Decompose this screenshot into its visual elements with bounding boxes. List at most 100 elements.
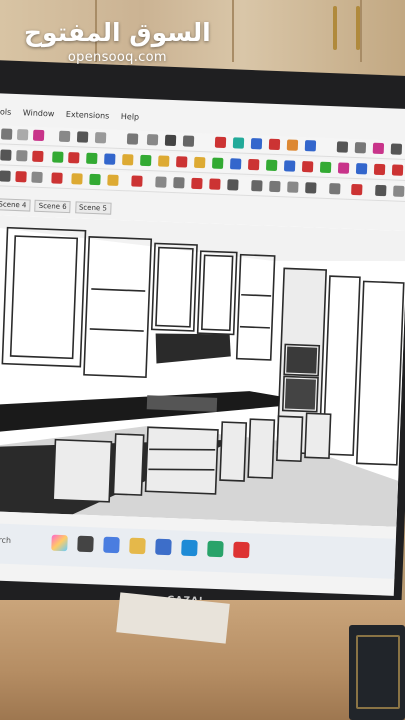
tool-icon[interactable] [86,152,98,165]
right-wall-cabinets [322,275,405,466]
tool-icon[interactable] [126,133,139,145]
tool-icon[interactable] [232,137,245,149]
tool-icon[interactable] [209,178,221,190]
tool-icon[interactable] [68,152,80,164]
tool-icon[interactable] [229,158,242,170]
scene-tab-6[interactable]: Scene 6 [34,199,71,214]
tool-icon[interactable] [372,142,385,155]
scene-tab-4[interactable]: Scene 4 [0,198,31,212]
cabinet-seam [360,0,362,62]
menu-item-extensions[interactable]: Extensions [66,110,110,121]
tool-icon[interactable] [71,173,83,185]
tool-icon[interactable] [265,159,278,172]
task-view-icon[interactable] [77,535,94,553]
tool-icon[interactable] [319,161,332,174]
tool-icon[interactable] [390,143,403,155]
scene-tabs: Scene 4 Scene 6 Scene 5 [0,198,113,217]
tool-icon[interactable] [0,170,11,182]
ceiling [0,215,405,262]
3d-viewport[interactable] [0,215,405,527]
cabinet-seam [232,0,234,62]
oven [284,378,316,410]
tool-icon[interactable] [32,129,45,142]
monitor: ols Window Extensions Help Scene 4 Scene… [0,60,405,637]
opensooq-watermark: السوق المفتوح opensooq.com [24,18,211,65]
tool-icon[interactable] [250,138,263,150]
tool-icon[interactable] [301,160,314,173]
tool-icon[interactable] [131,175,143,187]
tool-icon[interactable] [373,163,386,176]
tool-icon[interactable] [51,172,63,184]
tool-icon[interactable] [191,177,203,190]
tool-icon[interactable] [0,149,12,161]
tool-icon[interactable] [305,182,317,194]
scene-tab-5[interactable]: Scene 5 [74,201,112,215]
tool-icon[interactable] [158,155,170,167]
tool-icon[interactable] [351,183,363,196]
microwave [286,346,318,374]
tool-icon[interactable] [354,141,367,154]
tool-icon[interactable] [287,181,299,193]
tool-icon[interactable] [182,135,195,147]
tool-icon[interactable] [214,136,227,149]
tool-icon[interactable] [104,153,116,165]
sketchup-icon[interactable] [233,541,250,559]
tool-icon[interactable] [304,140,317,152]
file-explorer-icon[interactable] [129,537,146,555]
browser-icon[interactable] [207,540,224,558]
tool-icon[interactable] [194,156,206,169]
tool-icon[interactable] [391,164,404,176]
tool-icon[interactable] [122,154,134,166]
tool-icon[interactable] [337,162,350,174]
tool-icon[interactable] [393,185,405,197]
tool-icon[interactable] [173,177,185,189]
tool-icon[interactable] [155,176,167,188]
store-icon[interactable] [155,538,172,556]
tool-icon[interactable] [89,173,101,186]
tool-icon[interactable] [336,141,349,153]
tool-icon[interactable] [268,138,281,151]
range-hood [155,333,231,364]
gold-cabinet-handle [333,6,337,50]
copilot-icon[interactable] [51,534,68,552]
tool-icon[interactable] [286,139,299,151]
tool-icon[interactable] [211,157,224,169]
tool-icon[interactable] [15,170,27,183]
tool-icon[interactable] [107,174,119,186]
tool-icon[interactable] [52,151,64,163]
tool-icon[interactable] [16,129,29,141]
tool-icon[interactable] [140,154,152,167]
tool-icon[interactable] [94,132,107,144]
tool-icon[interactable] [355,163,368,175]
outlook-icon[interactable] [181,539,198,557]
cooktop [146,395,218,412]
tool-icon[interactable] [227,179,239,191]
watermark-latin-text: opensooq.com [67,50,167,65]
tool-icon[interactable] [146,134,159,146]
tool-icon[interactable] [31,171,43,184]
taskbar-search[interactable]: Search [0,535,11,545]
tool-icon[interactable] [269,180,281,193]
tool-icon[interactable] [176,156,188,168]
tool-icon[interactable] [247,158,260,171]
monitor-screen: ols Window Extensions Help Scene 4 Scene… [0,93,405,596]
book [349,625,405,720]
tool-icon[interactable] [283,160,296,172]
tool-icon[interactable] [164,134,177,147]
edge-icon[interactable] [103,536,120,554]
kitchen-model-drawing [0,215,405,527]
book-cover-ornament [356,635,400,709]
windows-taskbar: Search [0,522,396,579]
gold-cabinet-handle [356,6,360,50]
menu-item-tools[interactable]: ols [0,107,11,116]
menu-item-help[interactable]: Help [121,112,140,122]
tool-icon[interactable] [0,128,13,140]
tool-icon[interactable] [329,183,341,195]
tool-icon[interactable] [251,180,263,192]
tool-icon[interactable] [32,150,44,163]
tool-icon[interactable] [58,130,71,143]
tool-icon[interactable] [76,131,89,143]
tool-icon[interactable] [375,184,387,197]
tool-icon[interactable] [16,150,28,162]
menu-item-window[interactable]: Window [23,108,55,118]
